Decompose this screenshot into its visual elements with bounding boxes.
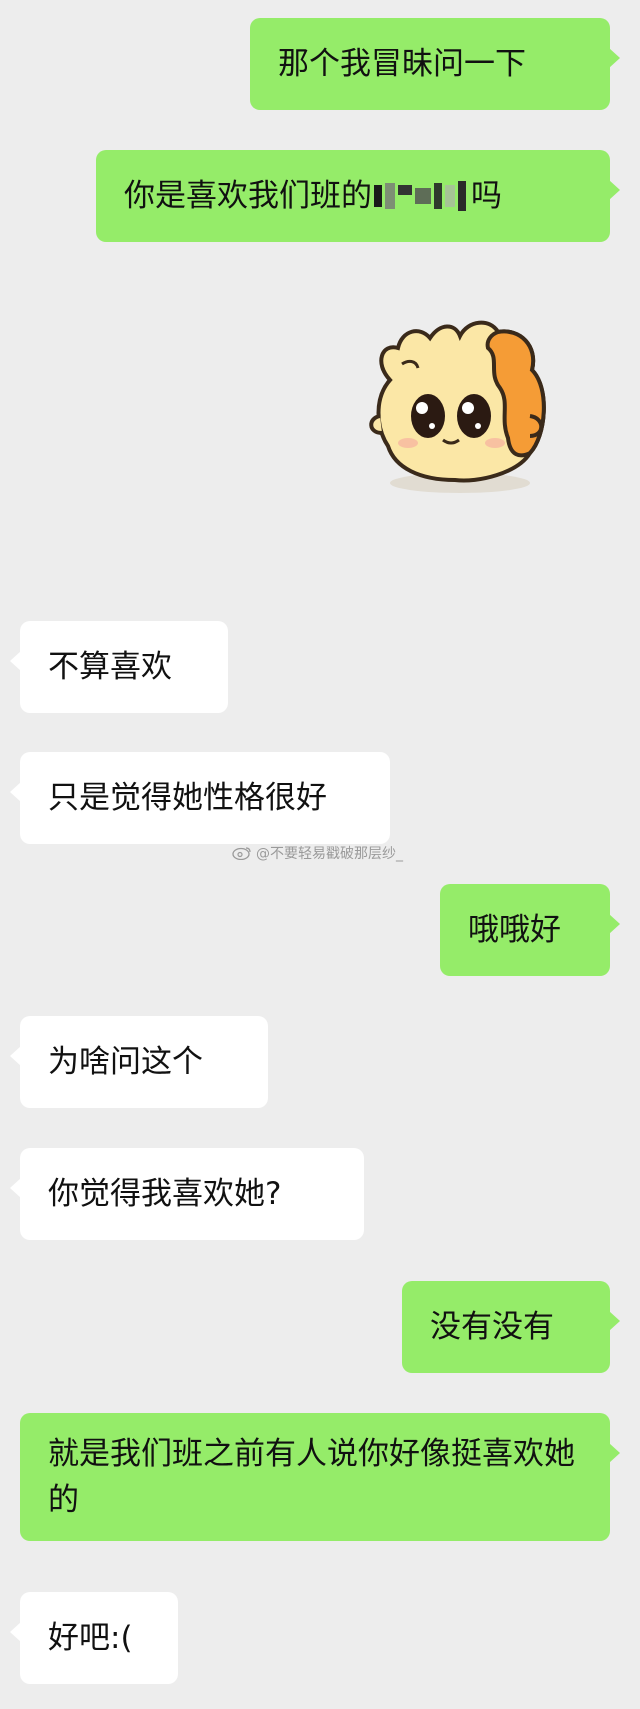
message-text: 为啥问这个	[48, 1044, 203, 1080]
message-text: 只是觉得她性格很好	[48, 780, 327, 816]
weibo-icon	[232, 847, 251, 860]
message-bubble-sent[interactable]: 那个我冒昧问一下	[250, 18, 620, 110]
hamster-sticker[interactable]	[360, 268, 560, 528]
message-bubble-received[interactable]: 你觉得我喜欢她?	[10, 1148, 364, 1240]
message-bubble-sent[interactable]: 你是喜欢我们班的 吗	[96, 150, 620, 242]
message-text: 你觉得我喜欢她?	[48, 1176, 282, 1212]
message-text: 哦哦好	[468, 912, 561, 948]
message-bubble-sent[interactable]: 就是我们班之前有人说你好像挺喜欢她的	[20, 1413, 620, 1541]
message-bubble-sent[interactable]: 哦哦好	[440, 884, 620, 976]
message-text: 吗	[471, 178, 502, 214]
message-bubble-received[interactable]: 为啥问这个	[10, 1016, 268, 1108]
message-bubble-received[interactable]: 不算喜欢	[10, 621, 228, 713]
weibo-watermark: @不要轻易戳破那层纱_	[232, 843, 403, 863]
message-text: 没有没有	[430, 1309, 554, 1345]
message-text: 不算喜欢	[48, 649, 172, 685]
censored-name-mosaic	[374, 173, 469, 219]
message-text: 就是我们班之前有人说你好像挺喜欢她的	[48, 1436, 575, 1518]
message-text: 那个我冒昧问一下	[278, 46, 526, 82]
message-bubble-received[interactable]: 好吧:(	[10, 1592, 178, 1684]
message-text: 你是喜欢我们班的	[124, 178, 372, 214]
message-bubble-sent[interactable]: 没有没有	[402, 1281, 620, 1373]
message-text: 好吧:(	[48, 1620, 133, 1656]
watermark-text: @不要轻易戳破那层纱_	[256, 846, 403, 862]
message-bubble-received[interactable]: 只是觉得她性格很好	[10, 752, 390, 844]
